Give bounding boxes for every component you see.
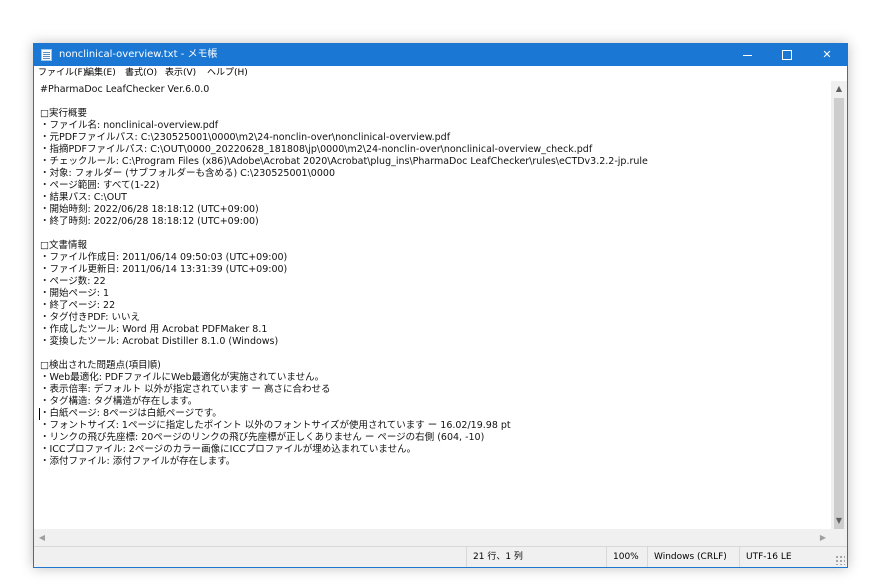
text-line: ・タグ構造: タグ構造が存在します。 xyxy=(40,396,198,407)
text-line: ・変換したツール: Acrobat Distiller 8.1.0 (Windo… xyxy=(40,336,279,347)
text-editor-area[interactable]: #PharmaDoc LeafChecker Ver.6.0.0 □実行概要 ・ファ… xyxy=(34,81,831,529)
text-line: ・表示倍率: デフォルト 以外が指定されています ー 高さに合わせる xyxy=(40,384,331,395)
menu-edit[interactable]: 編集(E) xyxy=(85,66,116,81)
status-encoding: UTF-16 LE xyxy=(739,547,792,567)
text-line: ・ファイル名: nonclinical-overview.pdf xyxy=(40,120,219,131)
text-line: #PharmaDoc LeafChecker Ver.6.0.0 xyxy=(40,84,210,95)
text-line: ・開始時刻: 2022/06/28 18:18:12 (UTC+09:00) xyxy=(40,204,259,215)
text-line: ・作成したツール: Word 用 Acrobat PDFMaker 8.1 xyxy=(40,324,268,335)
vertical-scrollbar[interactable]: ▲ ▼ xyxy=(831,81,847,536)
scroll-right-icon[interactable]: ▶ xyxy=(815,529,831,546)
text-line: ・白紙ページ: 8ページは白紙ページです。 xyxy=(40,408,222,419)
text-line: ・ページ範囲: すべて(1-22) xyxy=(40,180,160,191)
text-line: ・開始ページ: 1 xyxy=(40,288,110,299)
text-line: ・リンクの飛び先座標: 20ページのリンクの飛び先座標が正しくありません ー ペ… xyxy=(40,432,485,443)
status-bar: 21 行、1 列 100% Windows (CRLF) UTF-16 LE xyxy=(34,546,847,567)
text-line: ・終了ページ: 22 xyxy=(40,300,116,311)
minimize-icon xyxy=(742,54,752,56)
window-title: nonclinical-overview.txt - メモ帳 xyxy=(59,49,218,60)
maximize-icon xyxy=(782,50,792,60)
scroll-up-icon[interactable]: ▲ xyxy=(831,81,847,97)
scroll-down-icon[interactable]: ▼ xyxy=(831,513,847,529)
menu-format[interactable]: 書式(O) xyxy=(125,66,157,81)
text-line: ・Web最適化: PDFファイルにWeb最適化が実施されていません。 xyxy=(40,372,325,383)
text-line: ・フォントサイズ: 1ページに指定したポイント 以外のフォントサイズが使用されて… xyxy=(40,420,511,431)
status-line-ending: Windows (CRLF) xyxy=(647,547,727,567)
text-line: ・タグ付きPDF: いいえ xyxy=(40,312,140,323)
maximize-button[interactable] xyxy=(767,44,807,66)
text-line: □実行概要 xyxy=(40,108,87,119)
text-line: ・対象: フォルダー (サブフォルダーも含める) C:\230525001\00… xyxy=(40,168,335,179)
text-line: ・ページ数: 22 xyxy=(40,276,106,287)
title-bar[interactable]: nonclinical-overview.txt - メモ帳 ✕ xyxy=(34,44,847,66)
notepad-window: nonclinical-overview.txt - メモ帳 ✕ ファイル(F)… xyxy=(33,43,848,568)
horizontal-scrollbar[interactable]: ◀ ▶ xyxy=(34,529,847,546)
text-line: ・指摘PDFファイルパス: C:\OUT\0000_20220628_18180… xyxy=(40,144,593,155)
text-line: ・ICCプロファイル: 2ページのカラー画像にICCプロファイルが埋め込まれてい… xyxy=(40,444,417,455)
text-line: ・結果パス: C:\OUT xyxy=(40,192,127,203)
menu-file[interactable]: ファイル(F) xyxy=(38,66,86,81)
text-line: ・ファイル作成日: 2011/06/14 09:50:03 (UTC+09:00… xyxy=(40,252,288,263)
resize-grip-icon[interactable] xyxy=(835,555,845,565)
scroll-left-icon[interactable]: ◀ xyxy=(34,529,50,546)
close-icon: ✕ xyxy=(822,48,832,61)
vertical-scroll-thumb[interactable] xyxy=(834,98,844,536)
status-cursor-position: 21 行、1 列 xyxy=(466,547,523,567)
notepad-icon xyxy=(41,49,52,61)
text-line: ・ファイル更新日: 2011/06/14 13:31:39 (UTC+09:00… xyxy=(40,264,288,275)
status-zoom: 100% xyxy=(606,547,639,567)
text-line: □文書情報 xyxy=(40,240,87,251)
menu-help[interactable]: ヘルプ(H) xyxy=(207,66,248,81)
text-line: ・添付ファイル: 添付ファイルが存在します。 xyxy=(40,456,236,467)
text-line: □検出された問題点(項目順) xyxy=(40,360,161,371)
text-line: ・チェックルール: C:\Program Files (x86)\Adobe\A… xyxy=(40,156,648,167)
text-line: ・終了時刻: 2022/06/28 18:18:12 (UTC+09:00) xyxy=(40,216,259,227)
menu-view[interactable]: 表示(V) xyxy=(165,66,196,81)
text-line: ・元PDFファイルパス: C:\230525001\0000\m2\24-non… xyxy=(40,132,451,143)
minimize-button[interactable] xyxy=(727,44,767,66)
close-button[interactable]: ✕ xyxy=(807,44,847,66)
menu-bar: ファイル(F) 編集(E) 書式(O) 表示(V) ヘルプ(H) xyxy=(34,66,847,81)
